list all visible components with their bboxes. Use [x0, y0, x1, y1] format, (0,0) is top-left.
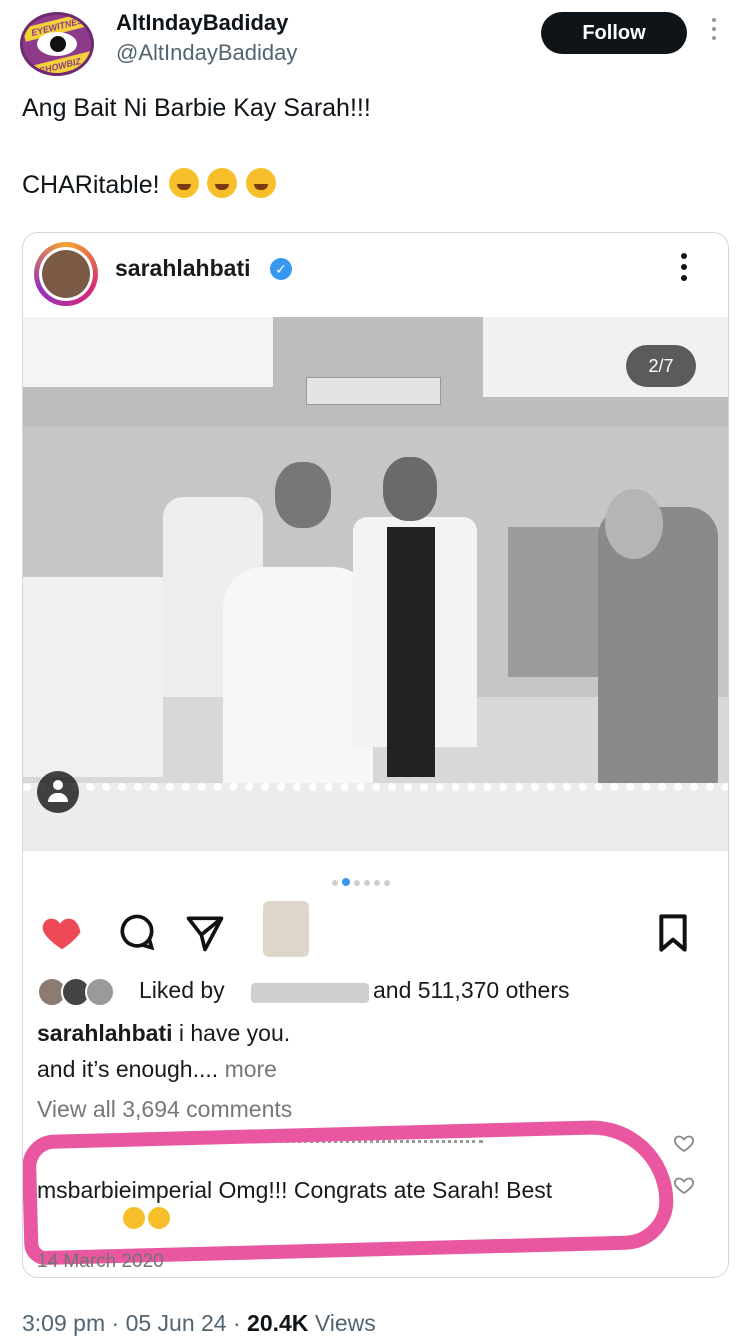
ig-username: sarahlahbati	[115, 255, 251, 281]
liked-by-label: Liked by	[139, 977, 225, 1003]
tweet-text-line1: Ang Bait Ni Barbie Kay Sarah!!!	[22, 94, 371, 122]
author-avatar[interactable]: EYEWITNESS SHOWBIZ BALITA	[20, 12, 94, 76]
pupil-icon	[50, 36, 66, 52]
liked-by-blurred-name	[251, 983, 369, 1003]
embedded-image[interactable]: sarahlahbati ✓ 2/7 Liked by and 511,370 …	[22, 232, 729, 1278]
view-comments-link: View all 3,694 comments	[37, 1096, 293, 1122]
more-options-icon[interactable]	[708, 18, 720, 48]
author-handle[interactable]: @AltIndayBadiday	[116, 40, 297, 66]
meta-separator: ·	[232, 1310, 248, 1336]
tweet-text-charitable: CHARitable!	[22, 171, 160, 199]
comment-like-icon	[673, 1177, 695, 1195]
comment-icon	[120, 914, 155, 951]
tagged-people-icon	[37, 771, 79, 813]
caption-more: more	[224, 1056, 277, 1082]
tweet-text-line2: CHARitable!	[22, 168, 277, 200]
follow-button[interactable]: Follow	[541, 12, 687, 54]
share-icon	[186, 916, 224, 952]
wedding-photo: 2/7	[23, 317, 728, 851]
verified-badge-icon: ✓	[270, 258, 292, 280]
post-date: 14 March 2020	[37, 1251, 164, 1272]
laughing-emoji-icon	[168, 168, 199, 198]
bookmark-icon	[659, 914, 687, 952]
blurred-thumbnail	[263, 901, 309, 957]
caption-username: sarahlahbati	[37, 1020, 173, 1046]
carousel-dots	[332, 873, 422, 886]
liked-by-count: and 511,370 others	[373, 977, 570, 1003]
comment-like-icon	[673, 1135, 695, 1153]
tweet-header: EYEWITNESS SHOWBIZ BALITA AltIndayBadida…	[0, 0, 750, 88]
slide-counter: 2/7	[626, 345, 696, 387]
ig-avatar	[34, 242, 98, 306]
zany-face-emoji-icon	[246, 168, 277, 198]
caption-text: i have you.	[178, 1020, 291, 1046]
caption-line1: sarahlahbati i have you.	[37, 1020, 290, 1047]
caption-continued: and it’s enough....	[37, 1056, 219, 1082]
rolling-laughing-emoji-icon	[207, 168, 238, 198]
tweet-date[interactable]: 05 Jun 24	[126, 1310, 227, 1336]
caption-line2: and it’s enough.... more	[37, 1056, 277, 1083]
views-count: 20.4K	[247, 1310, 309, 1336]
tweet-meta: 3:09 pm · 05 Jun 24 · 20.4K Views	[22, 1310, 376, 1337]
meta-separator: ·	[111, 1310, 126, 1336]
heart-icon	[42, 918, 81, 950]
likes-avatars	[37, 977, 127, 1007]
ig-more-icon	[679, 253, 689, 289]
tweet-time[interactable]: 3:09 pm	[22, 1310, 105, 1336]
views-label: Views	[314, 1310, 376, 1336]
author-display-name[interactable]: AltIndayBadiday	[116, 10, 288, 36]
pink-highlight-circle	[23, 1118, 675, 1266]
